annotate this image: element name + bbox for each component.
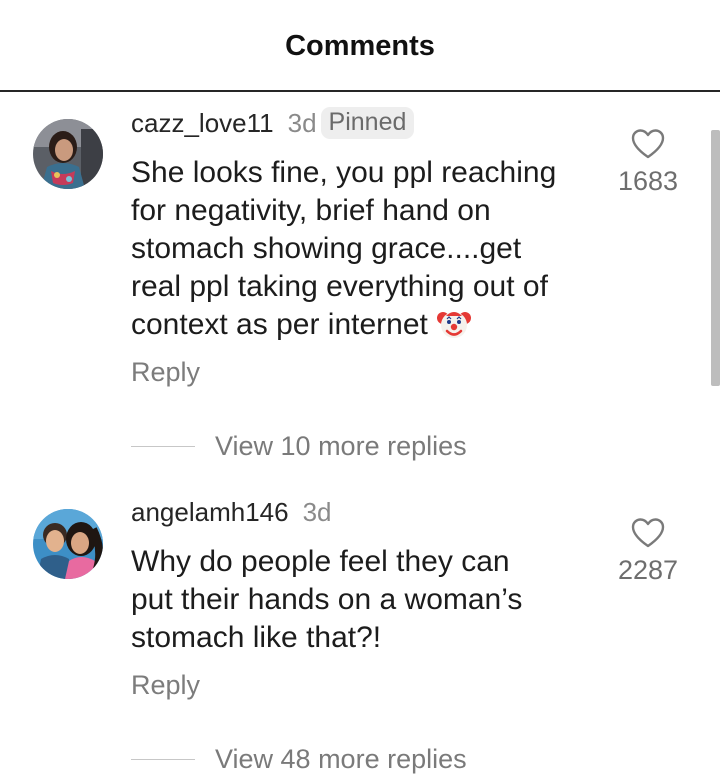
username[interactable]: cazz_love11 bbox=[131, 108, 274, 139]
view-more-replies[interactable]: View 10 more replies bbox=[131, 429, 467, 463]
avatar[interactable] bbox=[33, 509, 103, 579]
reply-button[interactable]: Reply bbox=[131, 357, 200, 388]
heart-outline-icon[interactable] bbox=[600, 128, 696, 160]
comment-text: She looks fine, you ppl reaching for neg… bbox=[131, 154, 591, 352]
comment-meta: angelamh146 3d bbox=[131, 495, 332, 529]
avatar[interactable] bbox=[33, 119, 103, 189]
comment-meta: cazz_love11 3d Pinned bbox=[131, 106, 415, 140]
comments-header: Comments bbox=[0, 0, 720, 92]
comment-line: stomach like that?! bbox=[131, 621, 382, 654]
like-control: 2287 bbox=[600, 517, 696, 586]
username[interactable]: angelamh146 bbox=[131, 497, 289, 528]
comment-line: Why do people feel they can bbox=[131, 545, 510, 578]
view-more-replies[interactable]: View 48 more replies bbox=[131, 742, 467, 776]
like-count: 1683 bbox=[617, 166, 679, 196]
reply-button[interactable]: Reply bbox=[131, 670, 200, 701]
heart-outline-icon[interactable] bbox=[600, 517, 696, 549]
divider bbox=[131, 758, 195, 760]
clown-face-emoji-icon bbox=[436, 306, 472, 352]
comment-line: put their hands on a woman’s bbox=[131, 583, 523, 616]
comment-text: Why do people feel they can put their ha… bbox=[131, 543, 591, 657]
divider bbox=[131, 445, 195, 447]
page-title: Comments bbox=[285, 30, 435, 62]
comment-line-with-emoji: context as per internet bbox=[131, 306, 591, 352]
pinned-badge: Pinned bbox=[320, 107, 415, 139]
like-control: 1683 bbox=[600, 128, 696, 197]
comment-line: for negativity, brief hand on bbox=[131, 194, 491, 227]
comment-line: She looks fine, you ppl reaching bbox=[131, 156, 557, 189]
timestamp: 3d bbox=[287, 107, 317, 138]
comment-line: real ppl taking everything out of bbox=[131, 270, 548, 303]
scrollbar[interactable] bbox=[711, 130, 720, 386]
comment-line: stomach showing grace....get bbox=[131, 232, 522, 265]
view-more-replies-label[interactable]: View 48 more replies bbox=[215, 744, 467, 775]
comment-line: context as per internet bbox=[131, 308, 428, 341]
view-more-replies-label[interactable]: View 10 more replies bbox=[215, 431, 467, 462]
like-count: 2287 bbox=[617, 555, 679, 585]
timestamp: 3d bbox=[302, 496, 332, 527]
